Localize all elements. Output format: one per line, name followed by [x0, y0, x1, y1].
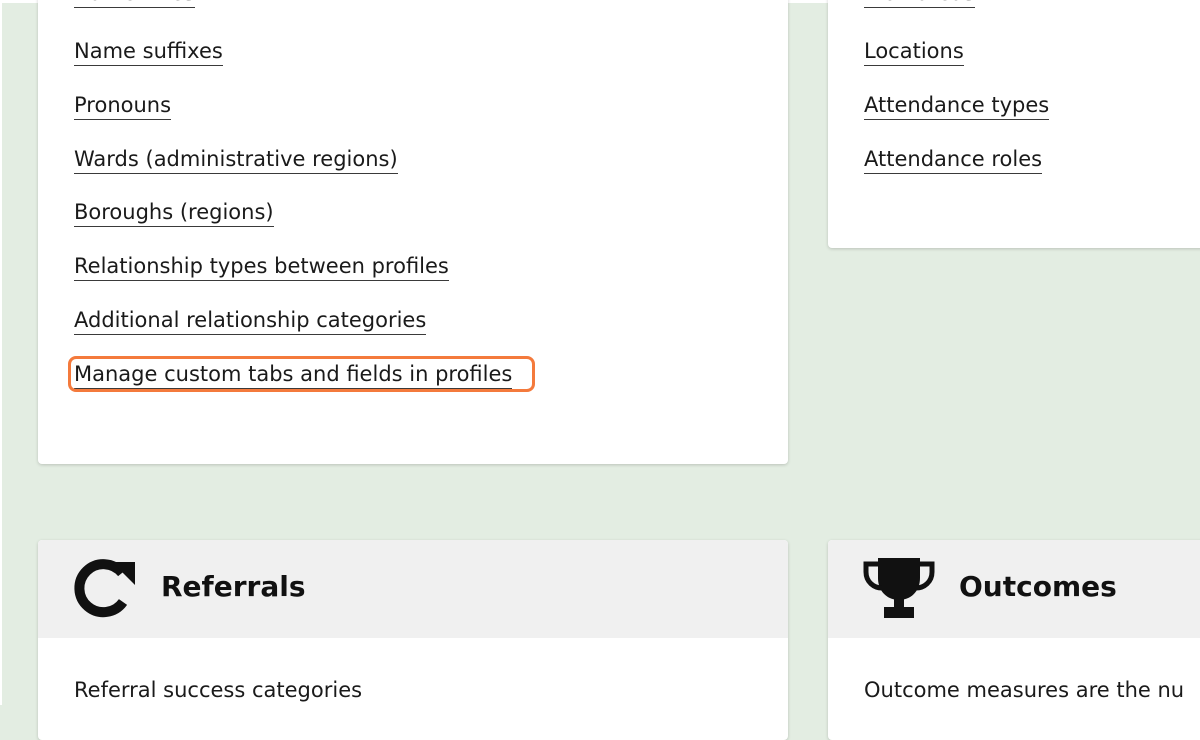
outcomes-card-header: Outcomes: [828, 540, 1200, 638]
link-name-titles[interactable]: Name titles: [74, 0, 195, 8]
referrals-body-text[interactable]: Referral success categories: [74, 678, 362, 702]
link-attendance-roles[interactable]: Attendance roles: [864, 146, 1043, 174]
link-boroughs[interactable]: Boroughs (regions): [74, 199, 274, 227]
link-name-suffixes[interactable]: Name suffixes: [74, 38, 223, 66]
window-left-edge: [0, 0, 2, 705]
referrals-card-header: Referrals: [38, 540, 788, 638]
link-pronouns[interactable]: Pronouns: [74, 92, 172, 120]
workareas-settings-card: Workareas Locations Attendance types Att…: [828, 0, 1200, 248]
people-settings-card: Name titles Name suffixes Pronouns Wards…: [38, 0, 788, 464]
link-wards[interactable]: Wards (administrative regions): [74, 146, 398, 174]
highlight-outline: [68, 356, 535, 392]
refresh-icon: [72, 558, 138, 624]
link-attendance-types[interactable]: Attendance types: [864, 92, 1050, 120]
link-relationship-types[interactable]: Relationship types between profiles: [74, 253, 449, 281]
link-relationship-categories[interactable]: Additional relationship categories: [74, 307, 427, 335]
link-workareas[interactable]: Workareas: [864, 0, 975, 8]
outcomes-body-text: Outcome measures are the nu: [864, 678, 1185, 702]
link-locations[interactable]: Locations: [864, 38, 964, 66]
trophy-icon: [862, 556, 936, 624]
outcomes-title: Outcomes: [959, 570, 1117, 603]
referrals-card: Referrals Referral success categories: [38, 540, 788, 740]
referrals-title: Referrals: [161, 570, 306, 603]
outcomes-card: Outcomes Outcome measures are the nu: [828, 540, 1200, 740]
